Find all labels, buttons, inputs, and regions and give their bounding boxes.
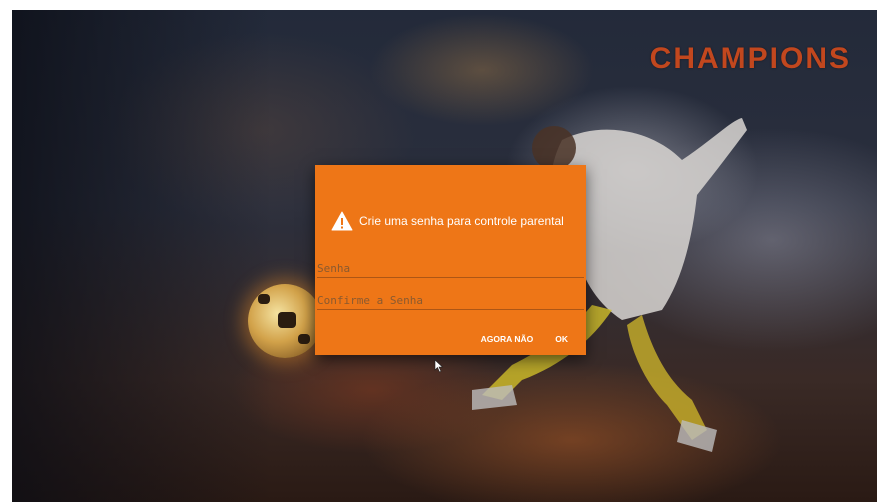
confirm-password-input[interactable] xyxy=(317,291,584,310)
background-shade xyxy=(12,10,272,502)
parental-control-dialog: Crie uma senha para controle parental AG… xyxy=(315,165,586,355)
ok-button[interactable]: OK xyxy=(555,334,568,344)
dialog-actions: AGORA NÃO OK xyxy=(481,334,568,344)
warning-triangle-icon xyxy=(331,211,353,231)
app-screen: CHAMPIONS Crie uma senha para controle p… xyxy=(12,10,877,502)
dialog-title-row: Crie uma senha para controle parental xyxy=(331,211,564,231)
password-input[interactable] xyxy=(317,259,584,278)
champions-logo: CHAMPIONS xyxy=(649,42,851,75)
mouse-pointer-icon xyxy=(434,359,444,373)
soccer-ball-illustration xyxy=(248,284,322,358)
not-now-button[interactable]: AGORA NÃO xyxy=(481,334,534,344)
dialog-title: Crie uma senha para controle parental xyxy=(359,214,564,228)
